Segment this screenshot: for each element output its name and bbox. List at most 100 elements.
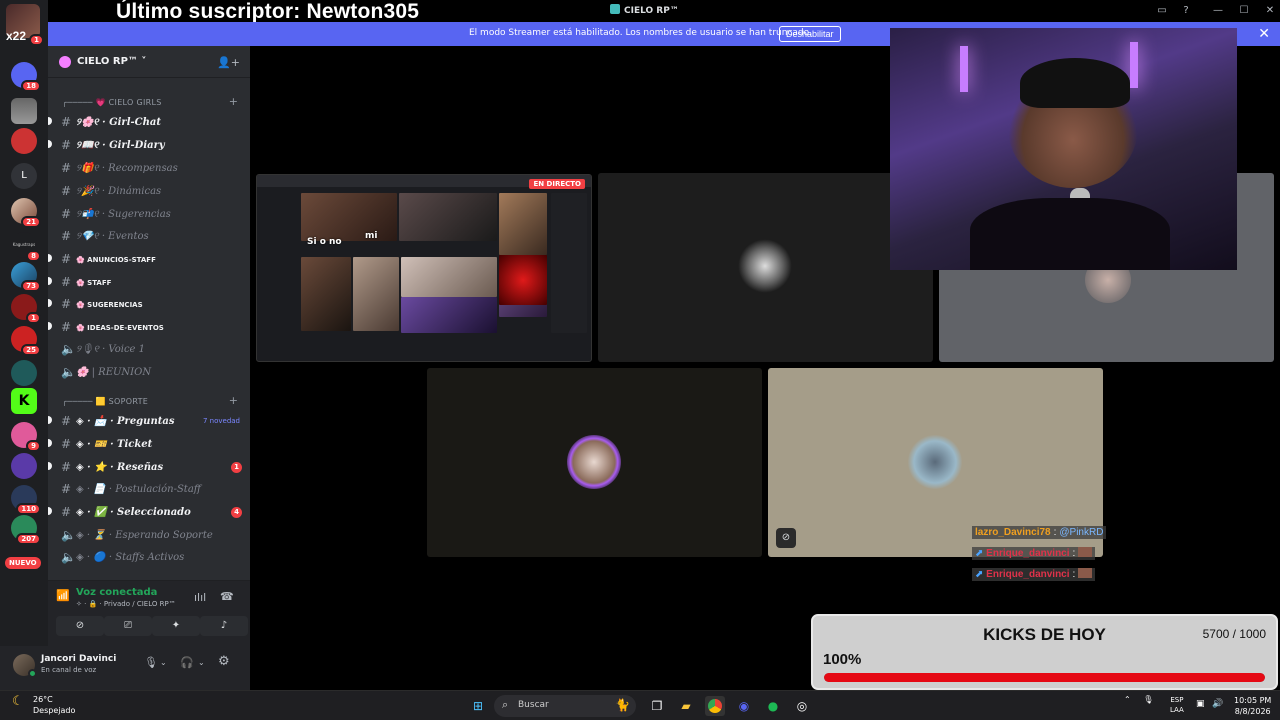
file-explorer-icon[interactable]: ▰	[676, 696, 696, 716]
activities-button[interactable]: ✦	[152, 616, 200, 636]
system-tray: ⌃ 🎙	[1124, 695, 1153, 704]
rail-top-label: x22	[6, 29, 27, 43]
inbox-icon[interactable]: ▭	[1154, 3, 1170, 19]
minimize-icon[interactable]: —	[1210, 3, 1226, 19]
guild-header[interactable]: CIELO RP™ ˅ 👤+	[48, 46, 250, 78]
discord-icon[interactable]: ◉	[734, 696, 754, 716]
task-view-icon[interactable]: ❐	[647, 696, 667, 716]
add-channel-icon[interactable]: +	[229, 95, 238, 108]
add-channel-icon[interactable]: +	[229, 394, 238, 407]
channel-item[interactable]: 🔈 ◈ · ⏳ · Esperando Soporte	[58, 526, 244, 546]
weather-widget[interactable]: ☾ 26°C Despejado	[12, 694, 76, 716]
server-small[interactable]: Kagustraps 8	[11, 232, 41, 262]
unread-indicator	[48, 507, 52, 515]
chrome-icon[interactable]	[705, 696, 725, 716]
server-red[interactable]: 1	[11, 294, 41, 324]
moon-icon: ☾	[12, 694, 24, 709]
channel-item[interactable]: #୨📖୧ · Girl-Diary	[48, 136, 244, 156]
channel-item[interactable]: # ◈ · 📄 · Postulación-Staff	[58, 480, 244, 500]
microphone-icon[interactable]: 🎙	[144, 656, 158, 669]
channel-item[interactable]: # ◈ · 📩 · Preguntas 7 novedad	[48, 412, 244, 432]
soundboard-icon: ♪	[220, 620, 228, 631]
channel-item[interactable]: # 🌸 IDEAS-DE-EVENTOS	[48, 318, 244, 338]
disconnect-icon[interactable]: ☎	[220, 590, 234, 603]
windows-start-icon[interactable]: ⊞	[468, 696, 488, 716]
server-kick[interactable]: K	[11, 388, 37, 414]
server-discord[interactable]: 18	[11, 62, 41, 92]
unread-indicator	[48, 277, 52, 285]
chat-message: ⬈ Enrique_danvinci:	[972, 568, 1096, 581]
headphones-icon[interactable]: 🎧	[180, 656, 194, 669]
soundboard-button[interactable]: ♪	[200, 616, 248, 636]
chevron-down-icon[interactable]: ⌄	[160, 658, 167, 667]
gear-icon[interactable]: ⚙	[218, 654, 230, 669]
voice-location[interactable]: ✧ · 🔒 · Privado / CIELO RP™	[76, 600, 176, 608]
weather-text: Despejado	[33, 706, 76, 715]
volume-icon[interactable]: 🔊	[1212, 699, 1223, 709]
spotify-icon[interactable]: ●	[763, 696, 783, 716]
server-green[interactable]: 207	[11, 515, 41, 545]
disable-streamer-button[interactable]: Deshabilitar	[779, 26, 841, 42]
channel-item[interactable]: #୨💎୧ · Eventos	[58, 227, 244, 247]
channel-item[interactable]: #୨📬୧ · Sugerencias	[58, 205, 244, 225]
taskbar: ☾ 26°C Despejado ⊞ ⌕ Buscar 🐈 ❐ ▰ ◉ ● ◎ …	[0, 690, 1280, 720]
channel-item[interactable]: # ◈ · ⭐ · Reseñas 1	[48, 458, 244, 478]
server-pink[interactable]: 9	[11, 422, 41, 452]
server-teal[interactable]	[11, 360, 37, 386]
obs-icon[interactable]: ◎	[792, 696, 812, 716]
avatar[interactable]	[13, 654, 37, 678]
search-box[interactable]: ⌕ Buscar 🐈	[494, 695, 636, 717]
chevron-down-icon[interactable]: ⌄	[198, 658, 205, 667]
chat-username: Enrique_danvinci	[986, 569, 1070, 580]
channel-item[interactable]: 🔈 ୨🎙୧ · Voice 1	[58, 340, 244, 360]
network-icon[interactable]: ▣	[1196, 699, 1205, 709]
clock[interactable]: 10:05 PM 8/8/2026	[1234, 695, 1271, 717]
invite-icon[interactable]: 👤+	[217, 56, 240, 69]
chat-separator: :	[1072, 569, 1076, 580]
server-blue[interactable]: 73	[11, 262, 41, 292]
screen-share-tile[interactable]: Si o no mi EN DIRECTO	[256, 174, 592, 362]
category-header[interactable]: ╭───── 🟨 SOPORTE	[62, 397, 148, 406]
maximize-icon[interactable]: ☐	[1236, 3, 1252, 19]
mute-button[interactable]: ⊘	[776, 528, 796, 548]
badge-count: 8	[26, 250, 41, 262]
channel-item[interactable]: 🔈 🌸 | REUNION	[58, 363, 244, 383]
server-purple[interactable]	[11, 453, 37, 479]
voice-status[interactable]: Voz conectada	[76, 587, 157, 598]
channel-item[interactable]: #୨🎁୧ · Recompensas	[58, 159, 244, 179]
channel-item[interactable]: # 🌸 ANUNCIOS-STAFF	[48, 250, 244, 270]
participant-tile[interactable]	[427, 368, 762, 557]
screen-share-button[interactable]: ⎚	[104, 616, 152, 636]
server-s[interactable]	[11, 128, 37, 154]
server-crimson[interactable]: 25	[11, 326, 41, 356]
server-group[interactable]	[11, 98, 37, 124]
help-icon[interactable]: ?	[1178, 3, 1194, 19]
emote-icon	[1078, 568, 1093, 578]
channel-item[interactable]: #୨🎉୧ · Dinámicas	[58, 182, 244, 202]
hash-icon: #	[61, 437, 72, 451]
server-letter[interactable]: L	[11, 163, 37, 189]
channel-item[interactable]: # ◈ · ✅ · Seleccionado 4	[48, 503, 244, 523]
noise-suppression-icon[interactable]: ılıl	[194, 591, 206, 604]
channel-label: ୨🎁୧ · Recompensas	[76, 163, 178, 174]
channel-item[interactable]: 🔈 ◈ · 🔵 · Staffs Activos	[58, 548, 244, 568]
close-icon[interactable]: ✕	[1258, 26, 1270, 42]
server-dark[interactable]: 110	[11, 485, 41, 515]
channel-label: ୨📖୧ · Girl-Diary	[76, 140, 165, 151]
category-header[interactable]: ╭───── 💗 CIELO GIRLS	[62, 98, 162, 107]
camera-button[interactable]: ⊘	[56, 616, 104, 636]
channel-item[interactable]: # ◈ · 🎫 · Ticket	[48, 435, 244, 455]
channel-item[interactable]: # 🌸 SUGERENCIAS	[48, 295, 244, 315]
chevron-up-icon[interactable]: ⌃	[1124, 695, 1131, 704]
language-indicator[interactable]: ESP LAA	[1170, 695, 1184, 715]
channel-label: ◈ · ✅ · Seleccionado	[76, 507, 191, 518]
camera-off-icon: ⊘	[75, 620, 85, 631]
close-window-icon[interactable]: ✕	[1262, 3, 1278, 19]
participant-tile[interactable]	[598, 173, 933, 362]
channel-label: ◈ · 🎫 · Ticket	[76, 439, 153, 450]
mic-tray-icon[interactable]: 🎙	[1143, 695, 1153, 704]
channel-item[interactable]: # 🌸 STAFF	[48, 273, 244, 293]
light-right	[1130, 42, 1138, 88]
server-anime[interactable]: 21	[11, 198, 41, 228]
channel-item[interactable]: #୨🌸୧ · Girl-Chat	[48, 113, 244, 133]
